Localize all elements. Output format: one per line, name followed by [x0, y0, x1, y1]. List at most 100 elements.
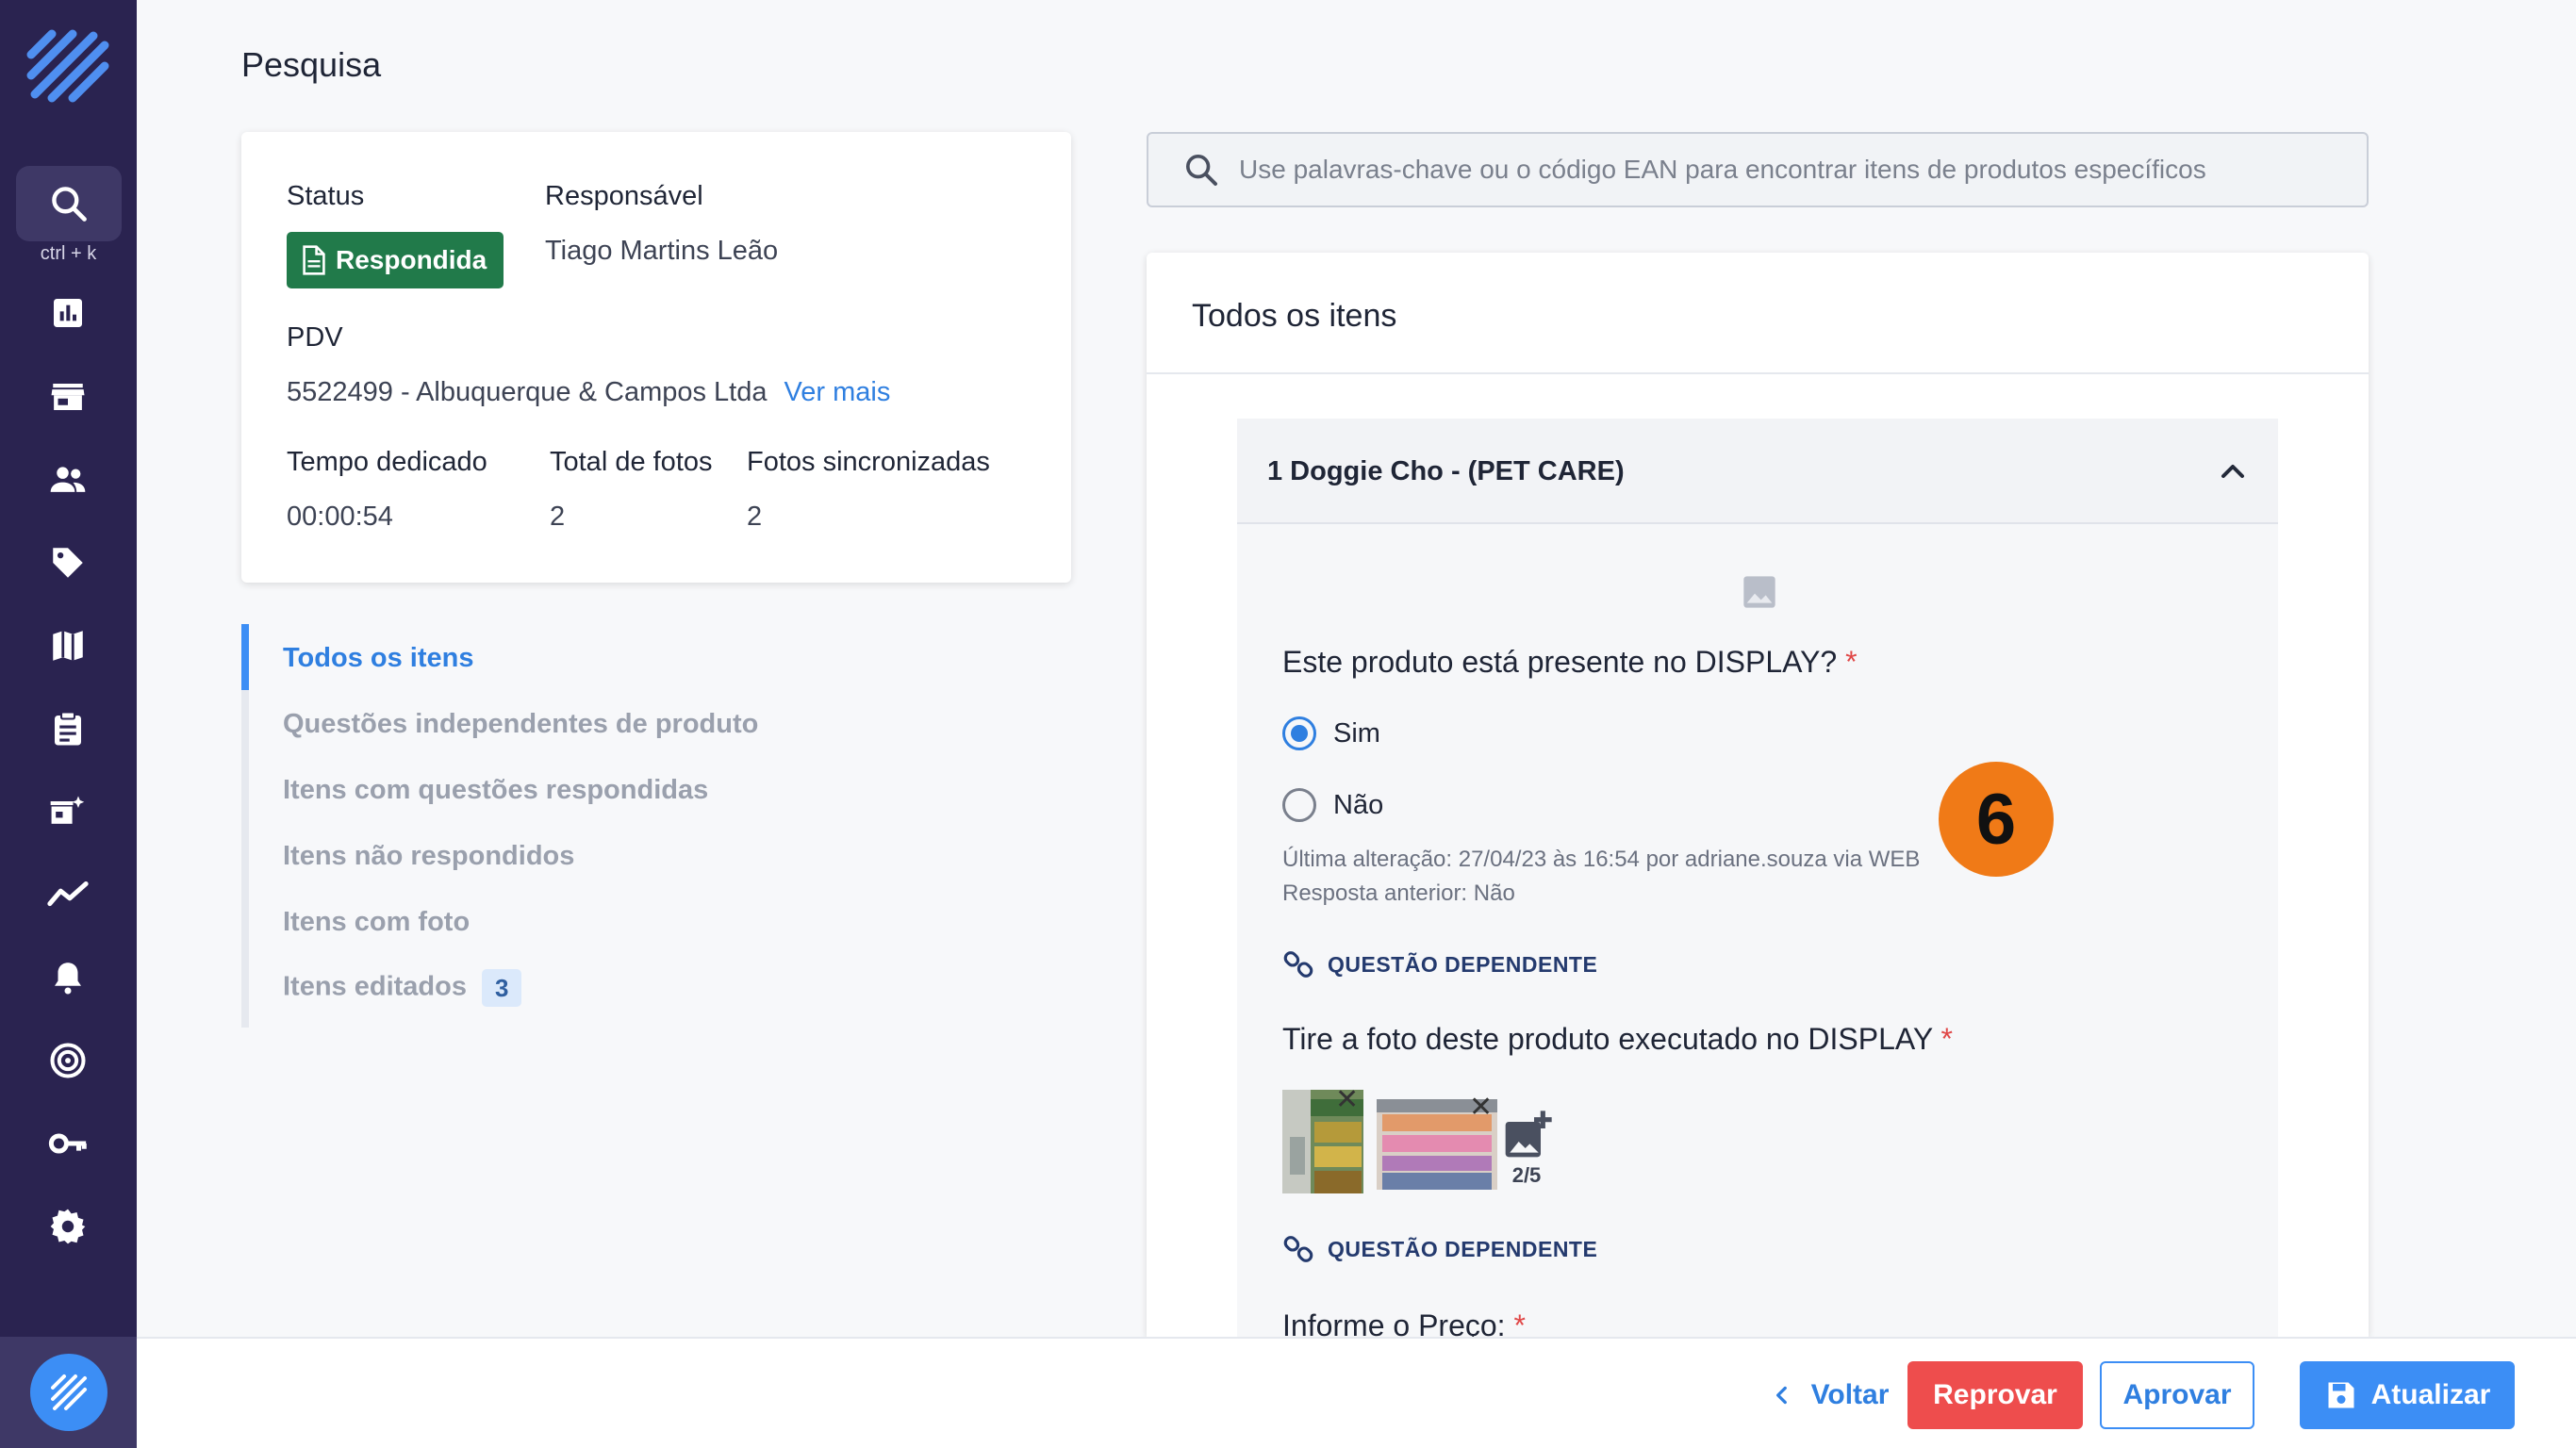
- add-photo-icon[interactable]: [1501, 1109, 1554, 1161]
- store-icon: [51, 384, 85, 410]
- document-icon: [303, 245, 325, 275]
- question-photo: Tire a foto deste produto executado no D…: [1282, 1022, 1953, 1057]
- key-icon: [48, 1133, 87, 1154]
- item-filter-nav: Todos os itens Questões independentes de…: [241, 624, 807, 1028]
- sidebar: ctrl + k: [0, 0, 137, 1448]
- filter-edited-label: Itens editados: [283, 971, 467, 1002]
- previous-answer-info: Resposta anterior: Não: [1282, 880, 1515, 906]
- approve-button[interactable]: Aprovar: [2100, 1361, 2254, 1429]
- total-photos-label: Total de fotos: [550, 447, 713, 477]
- target-icon: [50, 1043, 86, 1078]
- search-shortcut-hint: ctrl + k: [40, 243, 97, 264]
- sidebar-item-access[interactable]: [44, 1120, 91, 1167]
- last-change-info: Última alteração: 27/04/23 às 16:54 por …: [1282, 847, 1921, 872]
- required-mark: *: [1845, 645, 1858, 679]
- sidebar-item-trends[interactable]: [44, 871, 91, 918]
- pdv-value: 5522499 - Albuquerque & Campos Ltda Ver …: [287, 377, 890, 408]
- chevron-left-icon: [1775, 1386, 1787, 1405]
- clipboard-icon: [55, 711, 81, 746]
- filter-edited-items[interactable]: Itens editados 3: [283, 969, 522, 1007]
- time-value: 00:00:54: [287, 502, 393, 532]
- gear-icon: [50, 1209, 86, 1244]
- product-search: [1147, 132, 2369, 207]
- edited-count-badge: 3: [482, 969, 522, 1007]
- action-footer: Voltar Reprovar Aprovar Atualizar: [137, 1337, 2576, 1448]
- dependent-question-link[interactable]: QUESTÃO DEPENDENTE: [1282, 1233, 1597, 1265]
- back-button[interactable]: Voltar: [1740, 1361, 1919, 1429]
- divider: [1147, 372, 2369, 374]
- question-1-text: Este produto está presente no DISPLAY?: [1282, 645, 1838, 679]
- link-icon: [1283, 951, 1313, 978]
- see-more-link[interactable]: Ver mais: [784, 377, 891, 407]
- chevron-up-icon[interactable]: [2214, 452, 2252, 490]
- reject-button[interactable]: Reprovar: [1907, 1361, 2083, 1429]
- survey-info-card: Status Respondida Responsável Tiago Mart…: [241, 132, 1071, 583]
- filter-answered-items[interactable]: Itens com questões respondidas: [283, 775, 708, 806]
- items-panel: Todos os itens 1 Doggie Cho - (PET CARE)…: [1147, 253, 2369, 1337]
- remove-photo-icon[interactable]: ✕: [1335, 1086, 1359, 1114]
- search-icon: [52, 187, 87, 222]
- sidebar-item-settings[interactable]: [44, 1203, 91, 1250]
- radio-yes-circle[interactable]: [1282, 716, 1316, 750]
- dependent-question-label: QUESTÃO DEPENDENTE: [1328, 1236, 1598, 1261]
- radio-no-label: Não: [1333, 789, 1384, 820]
- synced-photos-label: Fotos sincronizadas: [747, 447, 990, 477]
- photo-count: 2/5: [1511, 1163, 1542, 1187]
- pdv-name: 5522499 - Albuquerque & Campos Ltda: [287, 377, 768, 407]
- radio-yes-label: Sim: [1333, 717, 1380, 749]
- question-3-text: Informe o Preço:: [1282, 1308, 1506, 1337]
- question-display-presence: Este produto está presente no DISPLAY? *: [1282, 645, 1858, 680]
- product-name: 1 Doggie Cho - (PET CARE): [1267, 456, 1625, 486]
- bell-icon: [55, 963, 81, 995]
- add-business-icon: [50, 796, 85, 824]
- sidebar-search-button[interactable]: [16, 166, 122, 241]
- sidebar-item-stores[interactable]: [44, 373, 91, 420]
- status-badge-text: Respondida: [336, 245, 487, 274]
- users-icon: [50, 467, 86, 492]
- question-2-text: Tire a foto deste produto executado no D…: [1282, 1022, 1933, 1056]
- radio-yes[interactable]: Sim: [1282, 716, 1380, 750]
- trend-icon: [47, 881, 89, 907]
- logo-icon[interactable]: [24, 26, 113, 111]
- dependent-question-label: QUESTÃO DEPENDENTE: [1328, 951, 1598, 977]
- sidebar-item-users[interactable]: [44, 456, 91, 503]
- sidebar-user-area[interactable]: [0, 1337, 137, 1448]
- link-icon: [1283, 1236, 1313, 1262]
- responsible-label: Responsável: [545, 181, 703, 211]
- responsible-value: Tiago Martins Leão: [545, 236, 779, 266]
- update-button[interactable]: Atualizar: [2300, 1361, 2515, 1429]
- pdv-label: PDV: [287, 322, 343, 353]
- total-photos-value: 2: [550, 502, 566, 532]
- product-header[interactable]: 1 Doggie Cho - (PET CARE): [1237, 419, 2278, 524]
- question-price: Informe o Preço: *: [1282, 1308, 1526, 1337]
- search-icon: [1186, 155, 1217, 186]
- app-avatar[interactable]: [29, 1354, 107, 1431]
- sidebar-item-add-business[interactable]: [44, 788, 91, 835]
- search-input[interactable]: [1239, 155, 2323, 185]
- status-label: Status: [287, 181, 365, 211]
- sidebar-item-surveys[interactable]: [44, 705, 91, 752]
- filter-unanswered-items[interactable]: Itens não respondidos: [283, 841, 574, 872]
- radio-no[interactable]: Não: [1282, 788, 1383, 822]
- sidebar-item-notifications[interactable]: [44, 954, 91, 1001]
- sidebar-item-targets[interactable]: [44, 1037, 91, 1084]
- active-indicator: [241, 624, 249, 690]
- filter-items-with-photo[interactable]: Itens com foto: [283, 907, 470, 938]
- sidebar-item-map[interactable]: [44, 622, 91, 669]
- filter-independent-questions[interactable]: Questões independentes de produto: [283, 709, 758, 740]
- logo-icon: [50, 1374, 87, 1410]
- back-button-label: Voltar: [1810, 1379, 1890, 1410]
- synced-photos-value: 2: [747, 502, 763, 532]
- page-title: Pesquisa: [241, 45, 382, 84]
- radio-no-circle[interactable]: [1282, 788, 1316, 822]
- step-number-badge: 6: [1939, 762, 2054, 877]
- required-mark: *: [1940, 1022, 1953, 1056]
- chart-icon: [54, 299, 82, 327]
- remove-photo-icon[interactable]: ✕: [1469, 1094, 1493, 1122]
- time-label: Tempo dedicado: [287, 447, 487, 477]
- dependent-question-link[interactable]: QUESTÃO DEPENDENTE: [1282, 948, 1597, 980]
- sidebar-item-tags[interactable]: [44, 539, 91, 586]
- map-icon: [53, 631, 83, 661]
- filter-all-items[interactable]: Todos os itens: [283, 643, 473, 674]
- sidebar-item-dashboard[interactable]: [44, 289, 91, 337]
